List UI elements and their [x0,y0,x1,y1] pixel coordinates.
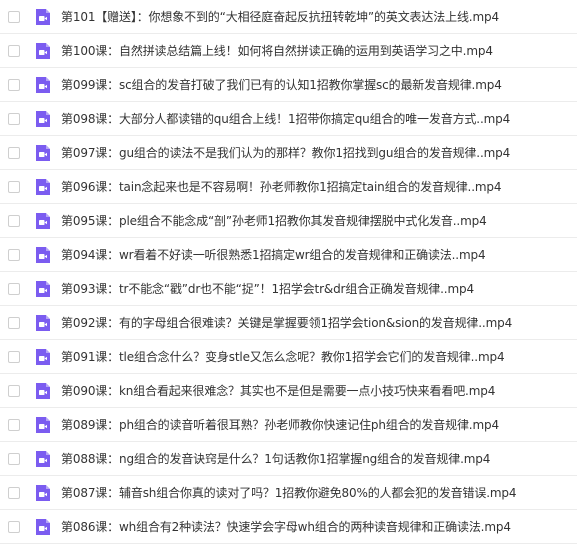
file-row[interactable]: 第100课：自然拼读总结篇上线！如何将自然拼读正确的运用到英语学习之中.mp4 [0,34,577,68]
file-name[interactable]: 第091课：tle组合念什么？变身stle又怎么念呢？教你1招学会它们的发音规律… [61,350,505,364]
file-checkbox[interactable] [8,10,20,23]
file-row[interactable]: 第094课：wr看着不好读一听很熟悉1招搞定wr组合的发音规律和正确读法..mp… [0,238,577,272]
file-name[interactable]: 第095课：ple组合不能念成“剖”孙老师1招教你其发音规律摆脱中式化发音..m… [61,214,487,228]
file-row[interactable]: 第091课：tle组合念什么？变身stle又怎么念呢？教你1招学会它们的发音规律… [0,340,577,374]
video-file-icon [35,450,51,468]
file-row[interactable]: 第090课：kn组合看起来很难念？其实也不是但是需要一点小技巧快来看看吧.mp4 [0,374,577,408]
file-name[interactable]: 第092课：有的字母组合很难读？关键是掌握要领1招学会tion&sion的发音规… [61,316,512,330]
video-file-icon [35,110,51,128]
file-name[interactable]: 第086课：wh组合有2种读法？快速学会字母wh组合的两种读音规律和正确读法.m… [61,520,511,534]
file-row[interactable]: 第086课：wh组合有2种读法？快速学会字母wh组合的两种读音规律和正确读法.m… [0,510,577,544]
file-row[interactable]: 第093课：tr不能念“戳”dr也不能“捉”！1招学会tr&dr组合正确发音规律… [0,272,577,306]
file-name[interactable]: 第100课：自然拼读总结篇上线！如何将自然拼读正确的运用到英语学习之中.mp4 [61,44,493,58]
file-name[interactable]: 第099课：sc组合的发音打破了我们已有的认知1招教你掌握sc的最新发音规律.m… [61,78,502,92]
video-file-icon [35,280,51,298]
file-checkbox[interactable] [8,452,20,465]
file-name[interactable]: 第089课：ph组合的读音听着很耳熟？孙老师教你快速记住ph组合的发音规律.mp… [61,418,499,432]
file-checkbox[interactable] [8,418,20,431]
file-checkbox[interactable] [8,248,20,261]
video-file-icon [35,416,51,434]
file-checkbox[interactable] [8,146,20,159]
file-row[interactable]: 第098课：大部分人都读错的qu组合上线！1招带你搞定qu组合的唯一发音方式..… [0,102,577,136]
file-row[interactable]: 第087课：辅音sh组合你真的读对了吗？1招教你避免80%的人都会犯的发音错误.… [0,476,577,510]
video-file-icon [35,246,51,264]
file-row[interactable]: 第097课：gu组合的读法不是我们认为的那样？教你1招找到gu组合的发音规律..… [0,136,577,170]
file-checkbox[interactable] [8,316,20,329]
file-name[interactable]: 第090课：kn组合看起来很难念？其实也不是但是需要一点小技巧快来看看吧.mp4 [61,384,495,398]
file-name[interactable]: 第088课：ng组合的发音诀窍是什么？1句话教你1招掌握ng组合的发音规律.mp… [61,452,490,466]
video-file-icon [35,8,51,26]
file-name[interactable]: 第098课：大部分人都读错的qu组合上线！1招带你搞定qu组合的唯一发音方式..… [61,112,510,126]
video-file-icon [35,382,51,400]
video-file-icon [35,42,51,60]
file-checkbox[interactable] [8,180,20,193]
file-list: 第101【赠送】：你想象不到的“大相径庭奋起反抗扭转乾坤”的英文表达法上线.mp… [0,0,577,547]
video-file-icon [35,178,51,196]
file-checkbox[interactable] [8,282,20,295]
file-row[interactable]: 第092课：有的字母组合很难读？关键是掌握要领1招学会tion&sion的发音规… [0,306,577,340]
file-row[interactable]: 第096课：tain念起来也是不容易啊！孙老师教你1招搞定tain组合的发音规律… [0,170,577,204]
file-name[interactable]: 第096课：tain念起来也是不容易啊！孙老师教你1招搞定tain组合的发音规律… [61,180,502,194]
file-row[interactable]: 第088课：ng组合的发音诀窍是什么？1句话教你1招掌握ng组合的发音规律.mp… [0,442,577,476]
file-name[interactable]: 第093课：tr不能念“戳”dr也不能“捉”！1招学会tr&dr组合正确发音规律… [61,282,474,296]
video-file-icon [35,484,51,502]
file-checkbox[interactable] [8,44,20,57]
video-file-icon [35,212,51,230]
file-checkbox[interactable] [8,384,20,397]
video-file-icon [35,144,51,162]
file-row[interactable]: 第095课：ple组合不能念成“剖”孙老师1招教你其发音规律摆脱中式化发音..m… [0,204,577,238]
file-row[interactable]: 第099课：sc组合的发音打破了我们已有的认知1招教你掌握sc的最新发音规律.m… [0,68,577,102]
file-name[interactable]: 第094课：wr看着不好读一听很熟悉1招搞定wr组合的发音规律和正确读法..mp… [61,248,486,262]
file-name[interactable]: 第101【赠送】：你想象不到的“大相径庭奋起反抗扭转乾坤”的英文表达法上线.mp… [61,10,499,24]
file-name[interactable]: 第097课：gu组合的读法不是我们认为的那样？教你1招找到gu组合的发音规律..… [61,146,510,160]
video-file-icon [35,348,51,366]
video-file-icon [35,518,51,536]
file-row[interactable]: 第101【赠送】：你想象不到的“大相径庭奋起反抗扭转乾坤”的英文表达法上线.mp… [0,0,577,34]
file-name[interactable]: 第087课：辅音sh组合你真的读对了吗？1招教你避免80%的人都会犯的发音错误.… [61,486,517,500]
video-file-icon [35,76,51,94]
file-checkbox[interactable] [8,214,20,227]
file-checkbox[interactable] [8,520,20,533]
file-checkbox[interactable] [8,78,20,91]
file-checkbox[interactable] [8,486,20,499]
file-checkbox[interactable] [8,350,20,363]
file-checkbox[interactable] [8,112,20,125]
file-row[interactable]: 第089课：ph组合的读音听着很耳熟？孙老师教你快速记住ph组合的发音规律.mp… [0,408,577,442]
video-file-icon [35,314,51,332]
